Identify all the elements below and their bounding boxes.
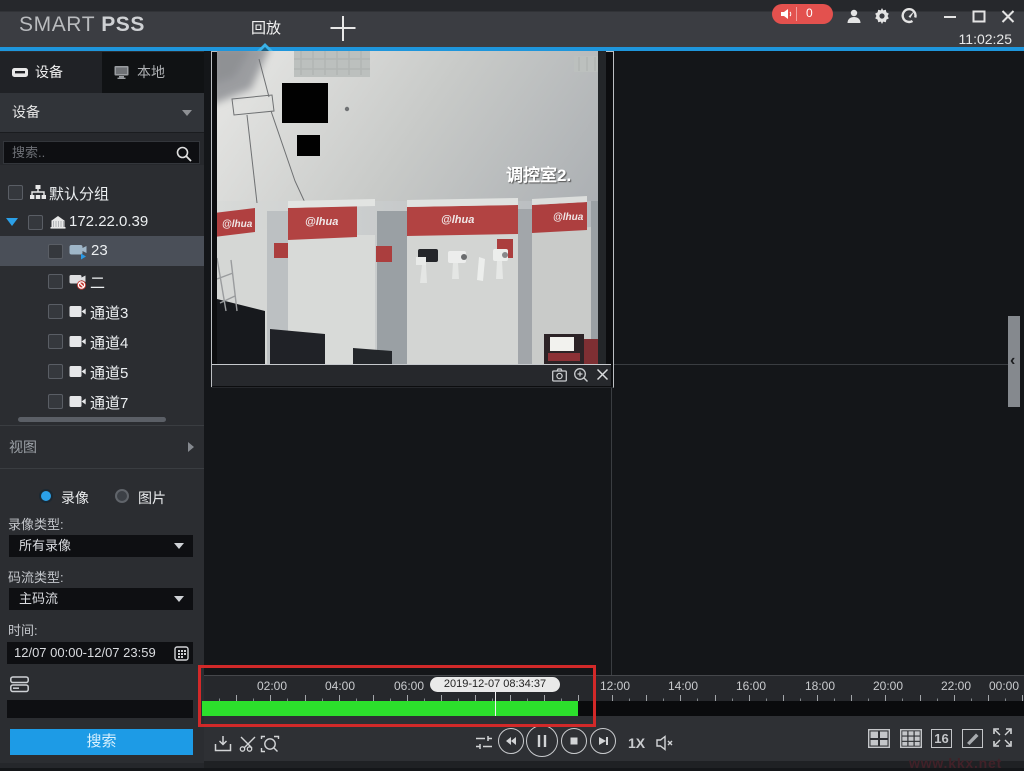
svg-text:调控室2.: 调控室2. xyxy=(506,165,571,185)
svg-text:@lhua: @lhua xyxy=(222,219,253,230)
svg-text:@lhua: @lhua xyxy=(305,216,338,228)
svg-text:@lhua: @lhua xyxy=(441,214,474,226)
svg-text:@lhua: @lhua xyxy=(553,212,584,223)
